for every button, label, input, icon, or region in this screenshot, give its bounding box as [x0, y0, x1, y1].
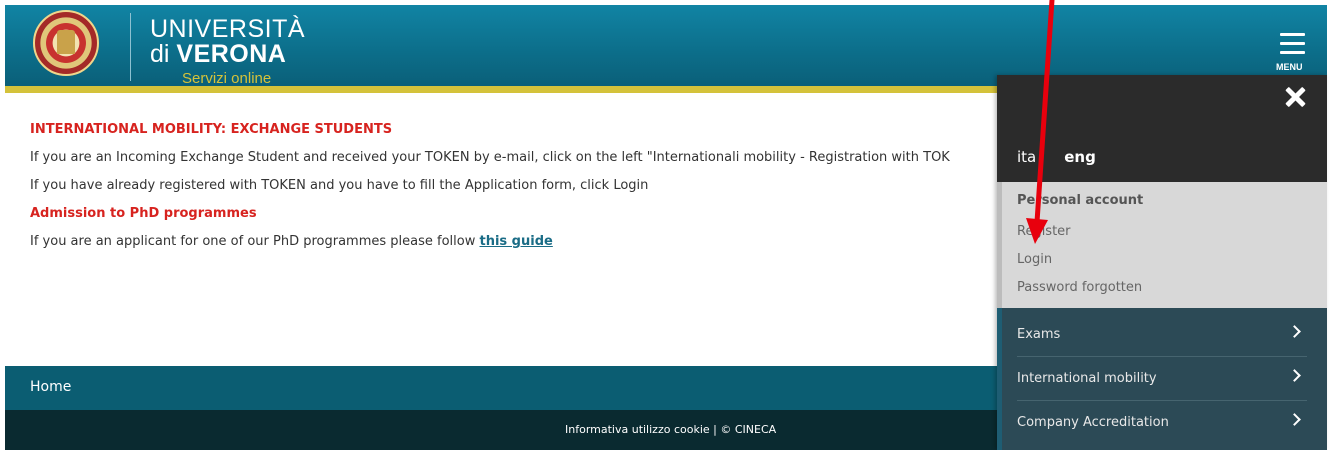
university-seal-icon[interactable] — [33, 10, 99, 76]
brand-prefix: di — [150, 40, 177, 68]
menu-label: MENU — [1276, 62, 1303, 72]
chevron-right-icon — [1288, 325, 1301, 338]
language-switcher: ita eng — [1017, 148, 1124, 166]
side-menu: ita eng Personal account Register Login P… — [997, 75, 1327, 450]
brand-line-1: UNIVERSITÀ — [150, 15, 306, 43]
header-divider — [130, 13, 131, 81]
personal-account-section: Personal account Register Login Password… — [997, 182, 1327, 308]
password-forgotten-link[interactable]: Password forgotten — [1017, 280, 1142, 295]
close-icon[interactable] — [1283, 85, 1307, 109]
page: UNIVERSITÀ di VERONA Servizi online MENU… — [0, 0, 1332, 450]
nav-item-label: Exams — [1017, 327, 1061, 342]
brand-line-2: di VERONA — [150, 42, 286, 67]
side-menu-top: ita eng — [997, 75, 1327, 182]
nav-item-international-mobility[interactable]: International mobility — [1017, 357, 1307, 401]
side-nav: Exams International mobility Company Acc… — [997, 308, 1327, 450]
hamburger-icon-bar — [1280, 42, 1305, 45]
register-link[interactable]: Register — [1017, 224, 1071, 239]
cookie-cineca-text[interactable]: Informativa utilizzo cookie | © CINECA — [565, 423, 776, 436]
paragraph-token: If you are an Incoming Exchange Student … — [30, 150, 950, 165]
heading-exchange-students: INTERNATIONAL MOBILITY: EXCHANGE STUDENT… — [30, 122, 393, 137]
lang-eng[interactable]: eng — [1064, 148, 1096, 166]
home-link[interactable]: Home — [30, 379, 71, 395]
login-link[interactable]: Login — [1017, 252, 1052, 267]
nav-item-label: Company Accreditation — [1017, 415, 1169, 430]
lang-ita[interactable]: ita — [1017, 148, 1036, 166]
nav-item-label: International mobility — [1017, 371, 1157, 386]
menu-button[interactable]: MENU — [1275, 31, 1311, 75]
personal-account-title: Personal account — [1017, 193, 1144, 208]
chevron-right-icon — [1288, 413, 1301, 426]
chevron-right-icon — [1288, 369, 1301, 382]
paragraph-phd-text: If you are an applicant for one of our P… — [30, 234, 480, 249]
paragraph-phd: If you are an applicant for one of our P… — [30, 234, 553, 249]
brand-subtitle: Servizi online — [182, 70, 272, 87]
brand-verona: VERONA — [176, 40, 287, 68]
heading-phd: Admission to PhD programmes — [30, 206, 257, 221]
hamburger-icon-bar — [1280, 51, 1305, 54]
paragraph-login: If you have already registered with TOKE… — [30, 178, 649, 193]
this-guide-link[interactable]: this guide — [479, 234, 552, 249]
nav-item-company-accreditation[interactable]: Company Accreditation — [1017, 401, 1307, 445]
hamburger-icon-bar — [1280, 33, 1305, 36]
nav-item-exams[interactable]: Exams — [1017, 313, 1307, 357]
